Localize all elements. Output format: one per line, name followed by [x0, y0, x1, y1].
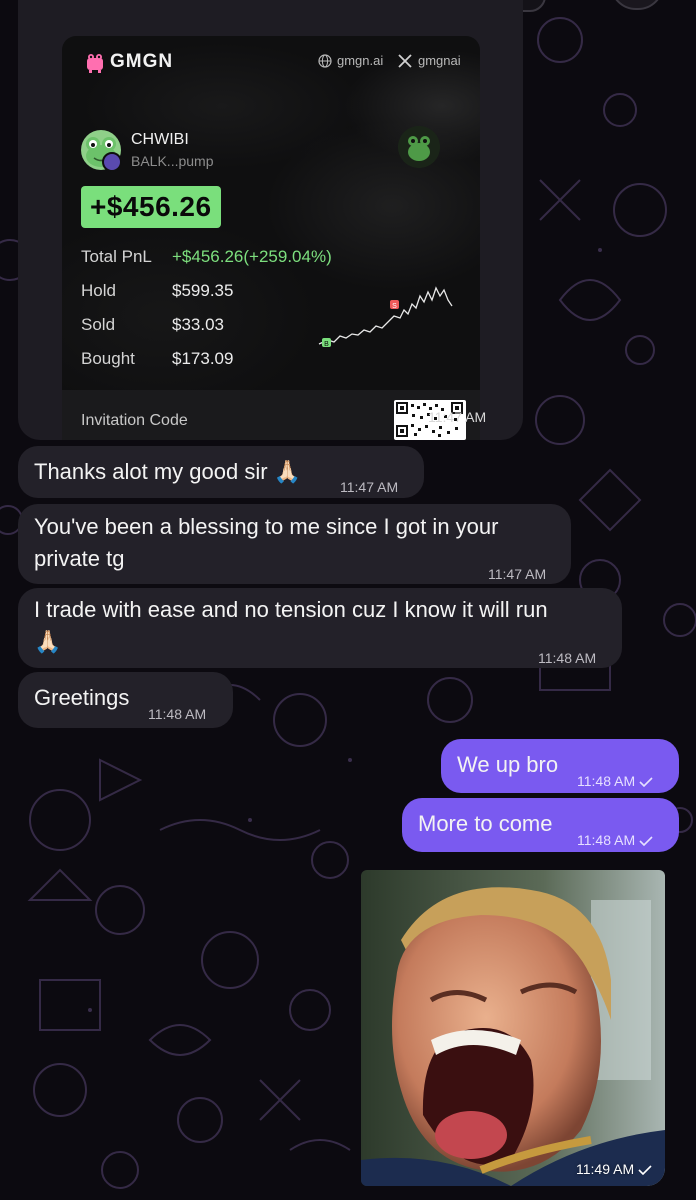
- photo-time-text: 11:49 AM: [576, 1161, 635, 1177]
- message-time: 11:47 AM: [340, 479, 399, 495]
- message-text-line2: 🙏🏻: [34, 629, 62, 654]
- token-name: CHWIBI: [131, 131, 189, 148]
- site-link: gmgn.ai: [318, 53, 383, 68]
- outgoing-message-bubble[interactable]: More to come 11:48 AM: [402, 798, 679, 852]
- message-text-line1: You've been a blessing to me since I got…: [34, 514, 499, 539]
- gmgn-frog-logo: [87, 54, 103, 73]
- stat-label-hold: Hold: [81, 281, 116, 300]
- x-logo-icon: [398, 53, 412, 68]
- stat-value-bought: $173.09: [172, 349, 234, 368]
- outgoing-message-bubble[interactable]: We up bro 11:48 AM: [441, 739, 679, 793]
- read-check-icon: [638, 1165, 652, 1176]
- price-mini-chart: B S: [318, 286, 453, 348]
- message-bubble[interactable]: I trade with ease and no tension cuz I k…: [18, 588, 622, 668]
- message-bubble[interactable]: Greetings 11:48 AM: [18, 672, 233, 728]
- card-header: GMGN gmgn.ai gmgnai: [62, 36, 480, 91]
- stat-value-sold: $33.03: [172, 315, 224, 334]
- site-text: gmgn.ai: [337, 53, 384, 68]
- sell-marker-label: S: [392, 303, 397, 310]
- card-message-time: 11:47 AM: [428, 409, 487, 425]
- stat-label-bought: Bought: [81, 349, 135, 368]
- stat-label-sold: Sold: [81, 315, 116, 334]
- buy-marker-label: B: [324, 341, 329, 348]
- token-address: BALK...pump: [131, 153, 214, 169]
- x-handle: gmgnai: [398, 53, 461, 68]
- stat-value-hold: $599.35: [172, 281, 234, 300]
- message-text: Greetings: [34, 685, 130, 710]
- frog-sticker-icon: [398, 126, 440, 168]
- message-text: Thanks alot my good sir 🙏🏻: [34, 459, 302, 484]
- read-check-icon: [639, 777, 653, 788]
- stat-label-total-pnl: Total PnL: [81, 247, 152, 266]
- photo-message-time: 11:49 AM: [576, 1161, 652, 1177]
- solana-badge: [102, 152, 122, 172]
- pnl-headline: +$456.26: [81, 186, 221, 228]
- read-check-icon: [639, 836, 653, 847]
- message-bubble[interactable]: You've been a blessing to me since I got…: [18, 504, 571, 584]
- x-handle-text: gmgnai: [418, 53, 461, 68]
- invitation-label: Invitation Code: [81, 412, 188, 429]
- brand-name: GMGN: [110, 51, 174, 72]
- laughing-man-photo: [361, 870, 665, 1186]
- photo-message[interactable]: [361, 870, 665, 1186]
- message-time: 11:48 AM: [577, 824, 653, 856]
- message-time: 11:48 AM: [148, 706, 207, 722]
- message-time: 11:48 AM: [577, 765, 653, 797]
- stat-value-total-pnl: +$456.26(+259.04%): [172, 247, 332, 266]
- globe-icon: [318, 53, 332, 68]
- message-time: 11:48 AM: [538, 650, 597, 666]
- message-text-line2: private tg: [34, 546, 125, 571]
- message-text: We up bro: [457, 752, 559, 777]
- message-time: 11:47 AM: [488, 566, 547, 582]
- card-background: [62, 36, 480, 440]
- message-text: More to come: [418, 811, 553, 836]
- message-time-text: 11:48 AM: [577, 832, 636, 848]
- message-time-text: 11:48 AM: [577, 773, 636, 789]
- gmgn-pnl-card[interactable]: GMGN gmgn.ai gmgnai CHWIBI BALK...pump +…: [62, 36, 480, 440]
- message-text-line1: I trade with ease and no tension cuz I k…: [34, 597, 548, 622]
- message-bubble[interactable]: Thanks alot my good sir 🙏🏻 11:47 AM: [18, 446, 424, 498]
